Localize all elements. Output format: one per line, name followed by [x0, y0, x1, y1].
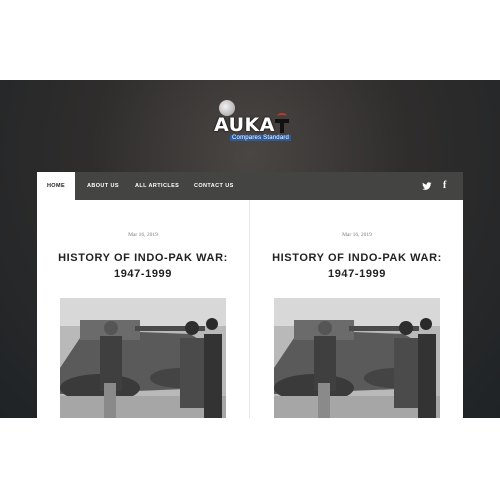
site-header-background: AUKA Compares Standard HOME ABOUT US ALL… — [0, 80, 500, 418]
article-title[interactable]: HISTORY OF INDO-PAK WAR: 1947-1999 — [51, 250, 235, 282]
twitter-icon[interactable] — [422, 172, 432, 200]
article-image[interactable] — [60, 298, 226, 418]
article-image[interactable] — [274, 298, 440, 418]
column-divider — [249, 200, 250, 418]
facebook-icon[interactable]: f — [443, 172, 451, 200]
nav-item-all-articles[interactable]: ALL ARTICLES — [135, 172, 179, 200]
article-title[interactable]: HISTORY OF INDO-PAK WAR: 1947-1999 — [265, 250, 449, 282]
nav-item-about-us[interactable]: ABOUT US — [87, 172, 119, 200]
article-card[interactable]: Mar 16, 2019 HISTORY OF INDO-PAK WAR: 19… — [251, 200, 463, 418]
article-card[interactable]: Mar 16, 2019 HISTORY OF INDO-PAK WAR: 19… — [37, 200, 249, 418]
nav-item-home[interactable]: HOME — [37, 172, 75, 200]
logo-t-icon — [275, 113, 289, 134]
article-date: Mar 16, 2019 — [342, 232, 372, 238]
article-date: Mar 16, 2019 — [128, 232, 158, 238]
logo-subtitle: Compares Standard — [230, 135, 292, 141]
site-logo[interactable]: AUKA Compares Standard — [212, 98, 292, 148]
logo-text: AUKA — [214, 114, 275, 136]
nav-item-contact-us[interactable]: CONTACT US — [194, 172, 234, 200]
articles-grid: Mar 16, 2019 HISTORY OF INDO-PAK WAR: 19… — [37, 200, 463, 418]
main-navigation: HOME ABOUT US ALL ARTICLES CONTACT US f — [37, 172, 463, 200]
